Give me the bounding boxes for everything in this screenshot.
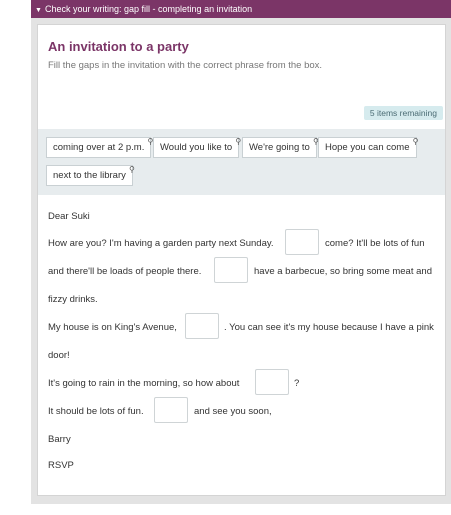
letter-text: . You can see it's my house because I ha…: [224, 322, 434, 333]
drag-pin-icon: ⚲: [129, 165, 135, 174]
letter-text: It should be lots of fun.: [48, 406, 144, 417]
letter-signoff: Barry: [48, 434, 71, 445]
exercise-card: An invitation to a party Fill the gaps i…: [37, 24, 446, 496]
letter-rsvp: RSVP: [48, 460, 74, 471]
letter-text: How are you? I'm having a garden party n…: [48, 238, 274, 249]
letter-text: It's going to rain in the morning, so ho…: [48, 378, 240, 389]
letter-text: door!: [48, 350, 70, 361]
phrase-chip[interactable]: coming over at 2 p.m. ⚲: [46, 137, 153, 158]
phrase-chip-label: next to the library: [53, 170, 126, 181]
letter-text: My house is on King's Avenue,: [48, 322, 177, 333]
drag-pin-icon: ⚲: [235, 137, 242, 146]
gap-drop-zone[interactable]: [154, 397, 188, 423]
phrase-box: coming over at 2 p.m. ⚲ Would you like t…: [38, 129, 445, 195]
items-remaining-badge: 5 items remaining: [363, 106, 443, 120]
phrase-chip[interactable]: Would you like to ⚲: [153, 137, 241, 158]
letter-text: fizzy drinks.: [48, 294, 98, 305]
phrase-chip[interactable]: Hope you can come ⚲: [318, 137, 419, 158]
gap-drop-zone[interactable]: [185, 313, 219, 339]
phrase-chip[interactable]: We're going to ⚲: [242, 137, 319, 158]
section-header[interactable]: ▼ Check your writing: gap fill - completi…: [31, 0, 451, 18]
phrase-chip-label: Hope you can come: [325, 142, 410, 153]
gap-drop-zone[interactable]: [214, 257, 248, 283]
section-header-label: Check your writing: gap fill - completin…: [45, 4, 253, 14]
letter-text: and there'll be loads of people there.: [48, 266, 202, 277]
phrase-chip-label: Would you like to: [160, 142, 233, 153]
letter-text: have a barbecue, so bring some meat and: [254, 266, 432, 277]
collapse-triangle-icon[interactable]: ▼: [35, 2, 45, 18]
phrase-chip-label: We're going to: [249, 142, 310, 153]
phrase-chip-label: coming over at 2 p.m.: [53, 142, 145, 153]
gap-drop-zone[interactable]: [255, 369, 289, 395]
activity-panel: ▼ Check your writing: gap fill - completi…: [31, 0, 451, 504]
letter-text: come? It'll be lots of fun: [325, 238, 425, 249]
letter-text: ?: [294, 378, 300, 389]
exercise-title: An invitation to a party: [48, 39, 189, 54]
exercise-instructions: Fill the gaps in the invitation with the…: [48, 60, 323, 71]
letter-greeting: Dear Suki: [48, 211, 90, 222]
gap-drop-zone[interactable]: [285, 229, 319, 255]
phrase-chip[interactable]: next to the library ⚲: [46, 165, 135, 186]
drag-pin-icon: ⚲: [412, 137, 419, 146]
letter-text: and see you soon,: [194, 406, 272, 417]
